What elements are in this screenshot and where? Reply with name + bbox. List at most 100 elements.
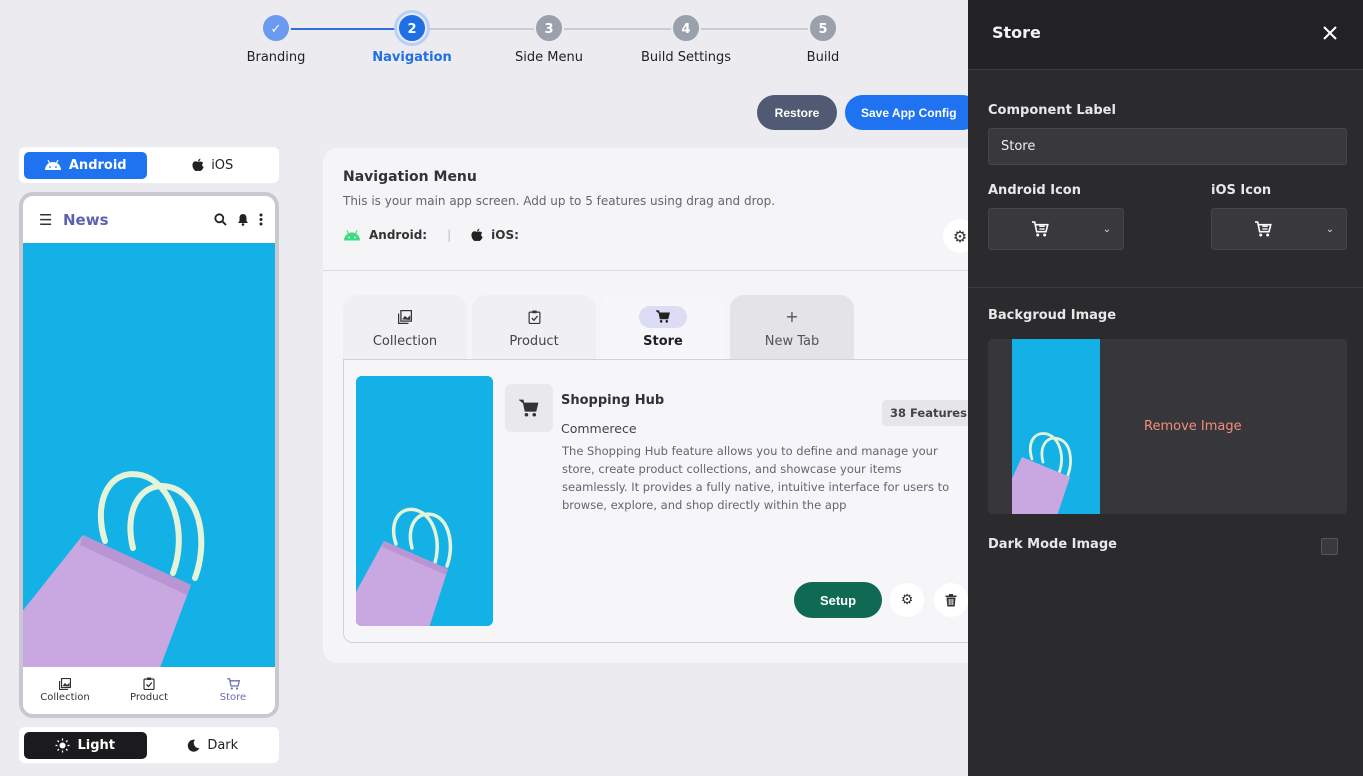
phone-tab-store[interactable]: Store <box>191 667 275 713</box>
stepper-line <box>412 28 823 30</box>
save-app-config-button[interactable]: Save App Config <box>845 95 980 130</box>
tab-label: Product <box>509 333 559 349</box>
android-icon <box>343 229 361 241</box>
progress-stepper: ✓ Branding 2 Navigation 3 Side Menu 4 Bu… <box>230 0 860 80</box>
gear-icon: ⚙ <box>952 226 968 246</box>
tab-label: New Tab <box>764 333 820 349</box>
phone-app-bar: ☰ News <box>23 196 275 243</box>
background-image-thumbnail <box>1012 339 1100 514</box>
tab-label: Collection <box>372 333 438 349</box>
platform-separator: | <box>447 228 452 242</box>
step-label: Side Menu <box>515 50 583 65</box>
step-circle: 4 <box>671 13 701 43</box>
light-theme-button[interactable]: Light <box>24 731 147 759</box>
cart-icon <box>519 399 539 417</box>
phone-preview: ☰ News Collection Product Store <box>19 192 279 718</box>
divider <box>323 270 983 271</box>
panel-title: Store <box>992 23 1041 42</box>
panel-header: Store <box>968 0 1363 70</box>
tab-collection[interactable]: Collection <box>343 295 467 359</box>
bell-icon[interactable] <box>237 213 249 226</box>
dark-theme-label: Dark <box>207 737 239 753</box>
phone-tab-collection[interactable]: Collection <box>23 667 107 713</box>
close-icon[interactable] <box>1323 20 1337 40</box>
apple-icon <box>192 158 204 172</box>
phone-tab-label: Collection <box>40 691 90 703</box>
ios-icon-select[interactable]: ⌄ <box>1211 208 1347 250</box>
clipboard-check-icon <box>510 306 558 328</box>
feature-settings-button[interactable]: ⚙ <box>890 583 924 617</box>
tab-store[interactable]: Store <box>601 295 725 359</box>
gear-icon: ⚙ <box>900 592 914 608</box>
moon-icon <box>187 739 200 752</box>
setup-button[interactable]: Setup <box>794 582 882 618</box>
restore-button[interactable]: Restore <box>757 95 837 130</box>
gallery-icon <box>59 677 71 690</box>
chevron-down-icon: ⌄ <box>1102 223 1112 235</box>
more-vert-icon[interactable] <box>259 213 263 226</box>
step-navigation[interactable]: 2 Navigation <box>352 13 472 65</box>
tab-new[interactable]: + New Tab <box>730 295 854 359</box>
remove-image-button[interactable]: Remove Image <box>1144 419 1242 434</box>
step-circle: 5 <box>808 13 838 43</box>
phone-bottom-tabs: Collection Product Store <box>23 667 275 713</box>
feature-description: The Shopping Hub feature allows you to d… <box>562 444 950 512</box>
phone-tab-product[interactable]: Product <box>107 667 191 713</box>
step-circle: 3 <box>534 13 564 43</box>
hamburger-icon[interactable]: ☰ <box>39 211 61 229</box>
component-label-input[interactable] <box>988 128 1347 165</box>
component-settings-panel: Store Component Label Android Icon iOS I… <box>968 0 1363 776</box>
android-toggle-label: Android <box>68 157 127 173</box>
plus-icon: + <box>785 307 799 326</box>
background-image-label: Backgroud Image <box>988 308 1117 323</box>
chevron-down-icon: ⌄ <box>1325 223 1335 235</box>
cart-icon <box>639 305 687 328</box>
step-circle: 2 <box>397 13 427 43</box>
shopping-bag-image <box>1012 339 1100 514</box>
dark-mode-image-label: Dark Mode Image <box>988 537 1117 552</box>
sun-icon <box>55 738 70 753</box>
dark-theme-button[interactable]: Dark <box>152 732 275 759</box>
dark-mode-image-checkbox[interactable] <box>1321 538 1338 555</box>
phone-background-image <box>23 243 275 667</box>
clipboard-check-icon <box>143 677 155 690</box>
step-label: Build Settings <box>640 50 732 65</box>
step-build-settings[interactable]: 4 Build Settings <box>626 13 746 65</box>
feature-name: Shopping Hub <box>561 393 665 408</box>
search-icon[interactable] <box>214 213 227 226</box>
step-circle: ✓ <box>261 13 291 43</box>
gallery-icon <box>381 306 429 328</box>
cart-icon <box>227 677 240 690</box>
step-branding[interactable]: ✓ Branding <box>216 13 336 65</box>
android-toggle-button[interactable]: Android <box>24 151 147 179</box>
ios-toggle-label: iOS <box>211 157 234 173</box>
navigation-menu-title: Navigation Menu <box>343 169 477 185</box>
navigation-tabs: Collection Product Store + New Tab <box>343 295 854 359</box>
phone-app-title: News <box>63 210 109 229</box>
step-label: Build <box>806 50 840 65</box>
background-image-box: Remove Image <box>988 339 1347 514</box>
android-icon-select[interactable]: ⌄ <box>988 208 1124 250</box>
cart-icon <box>989 221 1091 237</box>
component-label-heading: Component Label <box>988 103 1116 118</box>
trash-icon <box>945 593 957 607</box>
navigation-menu-card: Navigation Menu This is your main app sc… <box>323 148 983 663</box>
step-label: Navigation <box>372 50 452 65</box>
android-icon <box>44 159 62 171</box>
step-side-menu[interactable]: 3 Side Menu <box>489 13 609 65</box>
step-build[interactable]: 5 Build <box>763 13 883 65</box>
ios-icon-label: iOS Icon <box>1211 183 1272 198</box>
feature-icon <box>505 384 553 432</box>
android-platform-label: Android: <box>369 228 428 242</box>
apple-icon <box>471 228 483 242</box>
android-icon-label: Android Icon <box>988 183 1081 198</box>
tab-product[interactable]: Product <box>472 295 596 359</box>
ios-toggle-button[interactable]: iOS <box>152 152 275 179</box>
feature-category: Commerece <box>561 421 637 436</box>
platform-row: Android: | iOS: <box>343 228 519 242</box>
feature-image <box>356 376 493 626</box>
delete-feature-button[interactable] <box>934 583 968 617</box>
cart-icon <box>1212 221 1314 237</box>
divider <box>968 287 1363 288</box>
navigation-menu-description: This is your main app screen. Add up to … <box>343 194 776 208</box>
